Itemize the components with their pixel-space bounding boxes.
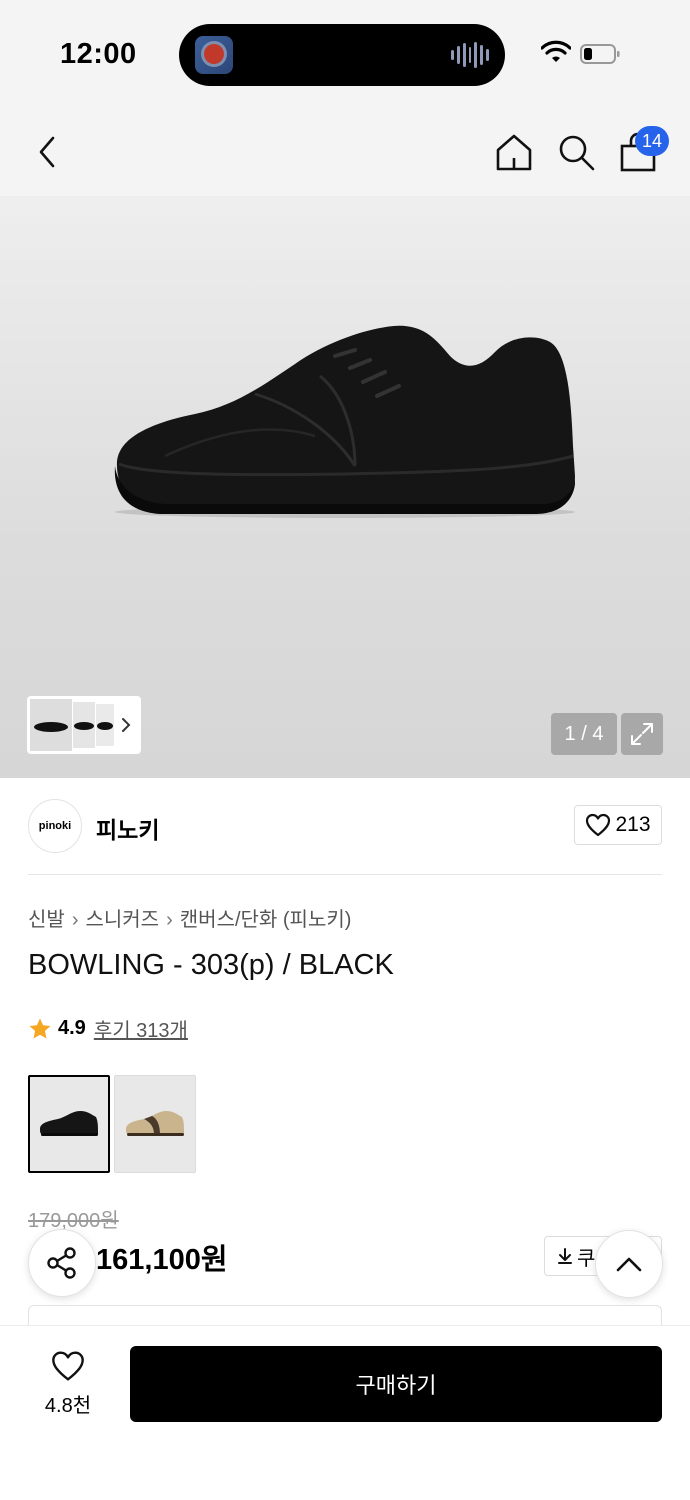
- share-icon: [47, 1247, 76, 1279]
- search-icon: [559, 135, 595, 171]
- status-time: 12:00: [60, 38, 137, 70]
- heart-icon: [52, 1351, 84, 1381]
- brand-like-count: 213: [615, 813, 651, 836]
- star-icon: [29, 1018, 51, 1038]
- product-title: BOWLING - 303(p) / BLACK: [28, 949, 394, 981]
- breadcrumb-item[interactable]: 캔버스/단화 (피노키): [180, 909, 352, 931]
- bottom-action-bar: 4.8천 구매하기: [0, 1325, 690, 1500]
- chevron-up-icon: [616, 1257, 642, 1272]
- wishlist-count: 4.8천: [44, 1395, 92, 1417]
- breadcrumb: 신발 › 스니커즈 › 캔버스/단화 (피노키): [28, 903, 351, 932]
- status-bar: 12:00: [0, 0, 690, 108]
- home-icon: [496, 134, 532, 171]
- original-price: 179,000원: [28, 1210, 119, 1232]
- cart-count-badge: 14: [635, 126, 669, 156]
- rating-score: 4.9: [58, 1017, 86, 1039]
- beige-shoe-thumbnail: [126, 1111, 184, 1136]
- heart-icon: [586, 813, 611, 837]
- brand-logo[interactable]: pinoki: [28, 799, 82, 853]
- wifi-icon: [541, 40, 571, 62]
- brand-name[interactable]: 피노키: [96, 811, 159, 845]
- divider: [28, 874, 662, 875]
- expand-icon: [631, 723, 653, 745]
- product-image-gallery[interactable]: 1 / 4: [0, 196, 690, 778]
- black-shoe-thumbnail: [40, 1111, 98, 1136]
- color-option-beige[interactable]: [114, 1075, 196, 1173]
- chevron-left-icon: [39, 136, 55, 168]
- audio-waveform-icon: [451, 40, 490, 70]
- thumbnail-strip[interactable]: [27, 696, 141, 754]
- coupon-label: 쿠: [577, 1247, 596, 1270]
- chevron-right-icon: ›: [166, 909, 173, 931]
- breadcrumb-item[interactable]: 스니커즈: [85, 909, 159, 931]
- home-button[interactable]: [490, 128, 538, 176]
- color-option-black[interactable]: [28, 1075, 110, 1173]
- scroll-to-top-button[interactable]: [595, 1230, 663, 1298]
- battery-icon: [580, 44, 620, 64]
- reviews-link[interactable]: 후기 313개: [94, 1014, 188, 1043]
- breadcrumb-item[interactable]: 신발: [28, 909, 65, 931]
- now-playing-artwork: [195, 36, 233, 74]
- chevron-right-icon: ›: [71, 909, 79, 931]
- brand-like-button[interactable]: 213: [574, 805, 662, 845]
- product-shoe-image: [114, 325, 575, 518]
- top-navigation: [0, 108, 690, 196]
- download-icon: [558, 1248, 572, 1264]
- back-button[interactable]: [24, 128, 72, 176]
- buy-button[interactable]: 구매하기: [130, 1346, 662, 1422]
- thumbnail-strip-image: [30, 699, 131, 751]
- fullscreen-button[interactable]: [621, 713, 663, 755]
- sale-price: 161,100원: [96, 1244, 228, 1276]
- product-rating: 4.9 후기 313개: [28, 1014, 188, 1043]
- image-counter: 1 / 4: [551, 713, 617, 755]
- wishlist-button[interactable]: 4.8천: [28, 1350, 108, 1422]
- share-button[interactable]: [28, 1229, 96, 1297]
- search-button[interactable]: [552, 128, 600, 176]
- dynamic-island[interactable]: [179, 24, 505, 86]
